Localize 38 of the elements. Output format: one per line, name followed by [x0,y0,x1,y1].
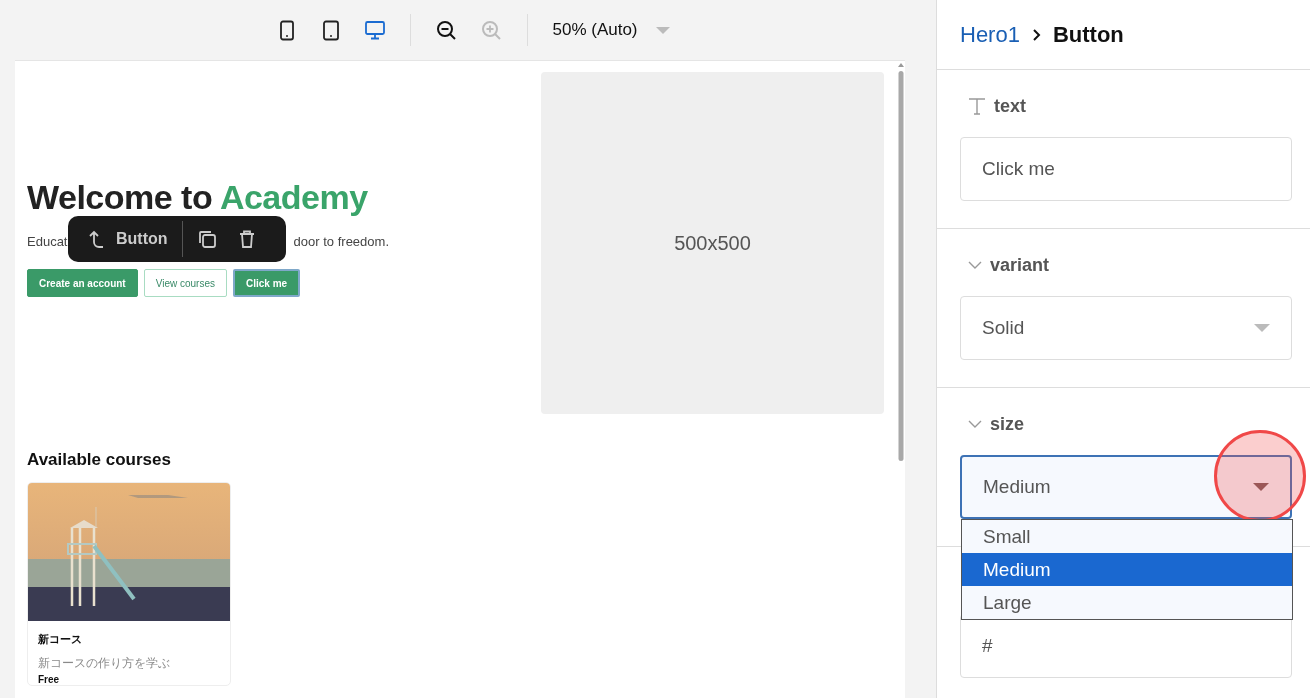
hero-subtitle: door to freedom. [293,234,389,249]
property-label: size [990,413,1025,435]
dropdown-option[interactable]: Medium [962,553,1292,586]
hero-heading: Welcome to Academy [27,180,369,214]
select-field[interactable]: Medium [960,455,1292,519]
caret-icon [1253,483,1269,491]
zoom-in-icon [481,19,503,41]
hero-subtitle: Educat [27,234,68,249]
copy-icon [196,229,217,249]
select-field[interactable]: Solid [960,296,1292,360]
property-label: variant [990,254,1050,276]
course-description: 新コースの作り方を学ぶ [38,655,171,672]
course-card[interactable]: 新コース 新コースの作り方を学ぶ Free [27,482,231,686]
caret-icon [655,26,670,34]
zoom-out-icon [436,19,458,41]
text-type-icon [968,97,986,115]
placeholder-label: 500x500 [674,231,751,255]
property-label: text [994,95,1026,117]
caret-icon [1254,324,1270,332]
text-field[interactable]: Click me [960,137,1292,201]
scrollbar[interactable] [898,63,904,463]
chevron-down-icon[interactable] [968,261,982,269]
tablet-icon [321,19,342,41]
primary-button[interactable]: Create an account [27,269,138,297]
section-heading: Available courses [27,450,172,470]
monitor-icon [365,19,386,41]
breadcrumb-link[interactable]: Hero1 [960,21,1020,48]
zoom-select[interactable]: 50% (Auto) [548,16,674,44]
chevron-right-icon [1031,28,1041,41]
dropdown-option[interactable]: Small [962,520,1292,553]
breadcrumb-current: Button [1052,21,1124,48]
outline-button[interactable]: View courses [143,269,227,297]
chevron-down-icon[interactable] [968,420,982,428]
select-parent-button[interactable]: Button [76,225,174,253]
course-title: 新コース [38,632,83,647]
primary-button[interactable]: Click me [233,269,301,297]
text-field[interactable]: # [960,614,1292,678]
course-price: Free [38,674,61,685]
